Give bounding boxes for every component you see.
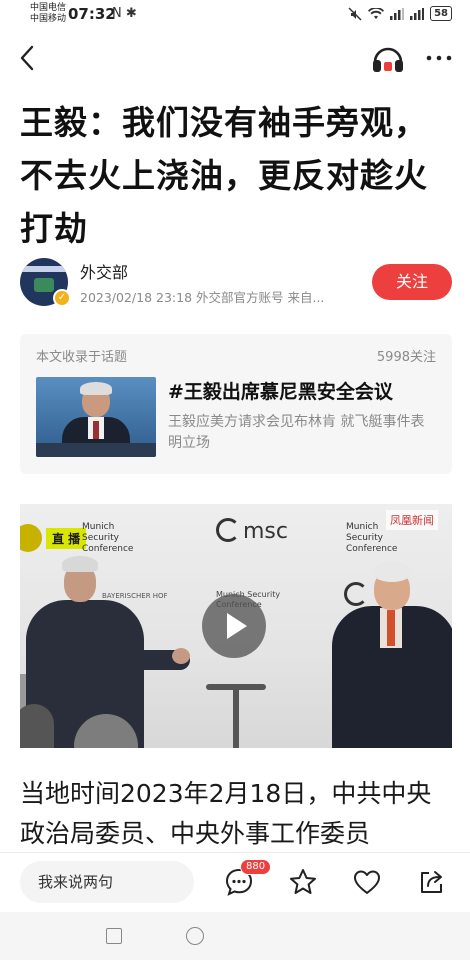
speaker-right-hair: [372, 562, 412, 582]
speaker-right: [316, 562, 452, 748]
back-icon[interactable]: [16, 42, 40, 74]
topic-label: 本文收录于话题: [36, 350, 128, 365]
verified-badge-icon: ✓: [53, 289, 71, 307]
topic-follow-count: 5998关注: [376, 350, 436, 365]
thumb-hair: [80, 382, 112, 395]
article-body: 当地时间2023年2月18日，中共中央政治局委员、中央外事工作委员: [20, 779, 432, 848]
topic-thumbnail: [36, 377, 156, 457]
msc-logo: msc: [216, 518, 288, 544]
thumb-desk: [36, 443, 156, 457]
video-watermark: 凤凰新闻: [386, 510, 438, 530]
topic-card[interactable]: 本文收录于话题 5998关注 #王毅出席慕尼黑安全会议 王毅应美方请求会见布林肯…: [20, 334, 452, 474]
star-icon[interactable]: [288, 867, 318, 897]
share-icon[interactable]: [416, 867, 446, 897]
topic-title[interactable]: #王毅出席慕尼黑安全会议: [168, 377, 393, 404]
comment-input[interactable]: 我来说两句: [20, 861, 194, 903]
system-icons: 58: [348, 6, 452, 21]
signal-icon-2: [410, 7, 425, 20]
article-headline: 王毅：我们没有袖手旁观，不去火上浇油，更反对趁火打劫: [20, 103, 428, 248]
carrier-1: 中国电信: [30, 3, 67, 13]
bottom-action-bar: 我来说两句 880: [0, 852, 470, 912]
author-row: ✓ 外交部 2023/02/18 23:18 外交部官方账号 来自... 关注: [20, 256, 452, 312]
recents-icon[interactable]: [106, 928, 122, 944]
speaker-left-hand: [172, 648, 190, 664]
battery-icon: 58: [430, 6, 452, 21]
status-time: 07:32: [68, 5, 116, 23]
more-icon[interactable]: [424, 44, 454, 72]
conference-sign-left: Munich Security Conference: [82, 522, 134, 554]
msc-logo-text: msc: [243, 519, 288, 544]
play-button[interactable]: [202, 594, 266, 658]
live-badge: 直 播: [20, 524, 87, 552]
author-name[interactable]: 外交部: [80, 259, 128, 283]
live-dot-icon: [20, 524, 42, 552]
top-bar: [0, 30, 470, 86]
headphones-icon[interactable]: [370, 42, 406, 74]
thumb-tie: [93, 421, 99, 439]
wifi-icon: [368, 7, 385, 19]
carrier-2: 中国移动: [30, 14, 67, 24]
speaker-left-hair: [62, 556, 98, 572]
notification-icons: N ✱: [112, 6, 137, 21]
follow-button[interactable]: 关注: [372, 264, 452, 300]
system-nav-bar: [0, 912, 470, 960]
speaker-right-tie: [387, 610, 395, 646]
side-table-leg: [233, 690, 239, 748]
msc-ring-icon: [216, 518, 240, 542]
video-player[interactable]: 直 播 Munich Security Conference msc Munic…: [20, 504, 452, 748]
mute-icon: [348, 6, 362, 21]
home-icon[interactable]: [186, 927, 204, 945]
topic-description: 王毅应美方请求会见布林肯 就飞艇事件表明立场: [168, 414, 425, 451]
status-bar: 中国电信 中国移动 07:32 N ✱ 58: [0, 0, 470, 30]
signal-icon-1: [390, 7, 405, 20]
audience-head-1: [20, 704, 54, 748]
avatar-emblem: [34, 278, 54, 292]
play-icon: [227, 613, 247, 639]
avatar-band: [20, 266, 68, 272]
live-label: 直 播: [46, 527, 87, 549]
carrier-info: 中国电信 中国移动: [30, 3, 66, 25]
author-meta: 2023/02/18 23:18 外交部官方账号 来自...: [80, 290, 325, 305]
heart-icon[interactable]: [352, 867, 382, 897]
comment-count-badge: 880: [240, 859, 272, 875]
